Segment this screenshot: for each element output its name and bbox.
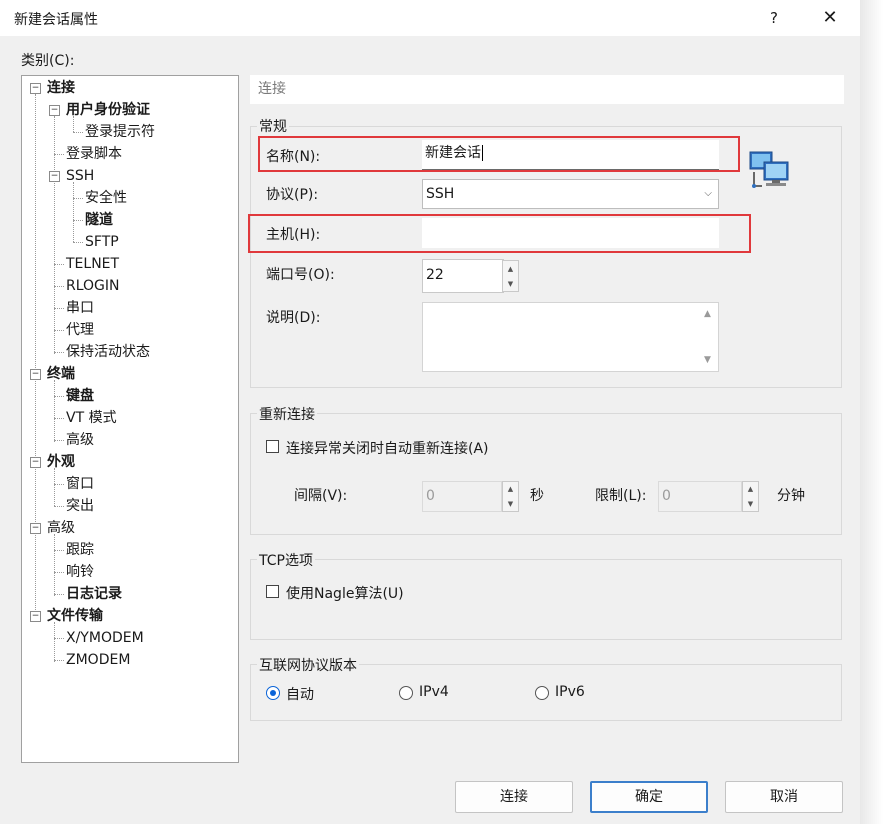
tree-item-login-prompt[interactable]: 登录提示符 bbox=[85, 122, 155, 142]
scroll-up-icon[interactable]: ▲ bbox=[704, 309, 711, 319]
title-bar: 新建会话属性 ? ✕ bbox=[0, 0, 860, 36]
tree-item-ssh[interactable]: SSH bbox=[66, 166, 94, 186]
general-group-title: 常规 bbox=[257, 116, 289, 136]
reconnect-group bbox=[250, 413, 842, 535]
tree-item-logging[interactable]: 日志记录 bbox=[66, 584, 122, 604]
radio-ipv6[interactable] bbox=[535, 686, 549, 700]
interval-spinner[interactable]: ▲ ▼ bbox=[502, 481, 519, 512]
tree-item-login-script[interactable]: 登录脚本 bbox=[66, 144, 122, 164]
tree-item-xymodem[interactable]: X/YMODEM bbox=[66, 628, 144, 648]
spin-up-icon[interactable]: ▲ bbox=[503, 263, 518, 275]
host-highlight-box bbox=[248, 214, 751, 253]
spin-up-icon[interactable]: ▲ bbox=[503, 483, 518, 495]
radio-auto[interactable] bbox=[266, 686, 280, 700]
section-header: 连接 bbox=[250, 75, 844, 104]
close-button[interactable]: ✕ bbox=[818, 6, 842, 30]
tree-item-auth[interactable]: 用户身份验证 bbox=[66, 100, 150, 120]
ok-button[interactable]: 确定 bbox=[590, 781, 708, 813]
window-title: 新建会话属性 bbox=[14, 12, 98, 28]
collapse-icon[interactable]: − bbox=[30, 523, 41, 534]
port-label: 端口号(O): bbox=[266, 267, 335, 283]
port-input-value: 22 bbox=[426, 267, 444, 283]
tree-item-window[interactable]: 窗口 bbox=[66, 474, 94, 494]
auto-reconnect-label[interactable]: 连接异常关闭时自动重新连接(A) bbox=[286, 438, 489, 458]
cancel-button[interactable]: 取消 bbox=[725, 781, 843, 813]
nagle-label[interactable]: 使用Nagle算法(U) bbox=[286, 583, 404, 603]
reconnect-group-title: 重新连接 bbox=[257, 404, 317, 424]
radio-auto-label[interactable]: 自动 bbox=[286, 684, 314, 704]
tree-item-keyboard[interactable]: 键盘 bbox=[66, 386, 94, 406]
description-label: 说明(D): bbox=[266, 310, 321, 326]
tree-item-keepalive[interactable]: 保持活动状态 bbox=[66, 342, 150, 362]
tree-item-terminal-advanced[interactable]: 高级 bbox=[66, 430, 94, 450]
limit-input[interactable]: 0 bbox=[658, 481, 742, 512]
tree-item-appearance[interactable]: 外观 bbox=[47, 452, 75, 472]
collapse-icon[interactable]: − bbox=[30, 457, 41, 468]
collapse-icon[interactable]: − bbox=[30, 611, 41, 622]
tree-item-sftp[interactable]: SFTP bbox=[85, 232, 119, 252]
spin-down-icon[interactable]: ▼ bbox=[743, 498, 758, 510]
radio-ipv4[interactable] bbox=[399, 686, 413, 700]
tree-item-proxy[interactable]: 代理 bbox=[66, 320, 94, 340]
tcp-group-title: TCP选项 bbox=[257, 550, 315, 570]
tree-item-security[interactable]: 安全性 bbox=[85, 188, 127, 208]
protocol-select-value: SSH bbox=[426, 186, 455, 202]
collapse-icon[interactable]: − bbox=[30, 369, 41, 380]
tree-item-telnet[interactable]: TELNET bbox=[66, 254, 119, 274]
tree-item-terminal[interactable]: 终端 bbox=[47, 364, 75, 384]
category-tree[interactable]: − − − − − − − 连接 用户身份验证 登录提示符 登录脚本 SSH 安… bbox=[21, 75, 239, 763]
collapse-icon[interactable]: − bbox=[49, 105, 60, 116]
tree-item-bell[interactable]: 响铃 bbox=[66, 562, 94, 582]
limit-label: 限制(L): bbox=[595, 488, 647, 504]
category-label: 类别(C): bbox=[21, 53, 75, 69]
tree-item-vt-mode[interactable]: VT 模式 bbox=[66, 408, 117, 428]
seconds-label: 秒 bbox=[530, 488, 544, 504]
chevron-down-icon: ⌵ bbox=[704, 188, 712, 199]
auto-reconnect-checkbox[interactable] bbox=[266, 440, 279, 453]
nagle-checkbox[interactable] bbox=[266, 585, 279, 598]
limit-spinner[interactable]: ▲ ▼ bbox=[742, 481, 759, 512]
tree-item-file-transfer[interactable]: 文件传输 bbox=[47, 606, 103, 626]
tree-item-serial[interactable]: 串口 bbox=[66, 298, 94, 318]
radio-ipv4-label[interactable]: IPv4 bbox=[419, 684, 449, 700]
tree-item-rlogin[interactable]: RLOGIN bbox=[66, 276, 120, 296]
spin-up-icon[interactable]: ▲ bbox=[743, 483, 758, 495]
tree-item-advanced[interactable]: 高级 bbox=[47, 518, 75, 538]
minutes-label: 分钟 bbox=[777, 488, 805, 504]
tree-item-zmodem[interactable]: ZMODEM bbox=[66, 650, 130, 670]
protocol-label: 协议(P): bbox=[266, 187, 319, 203]
help-button[interactable]: ? bbox=[762, 6, 786, 30]
tree-item-tunnel[interactable]: 隧道 bbox=[85, 210, 113, 230]
name-highlight-box bbox=[258, 136, 740, 172]
description-scrollbar[interactable]: ▲ ▼ bbox=[701, 303, 718, 371]
tree-item-trace[interactable]: 跟踪 bbox=[66, 540, 94, 560]
tree-item-connection[interactable]: 连接 bbox=[47, 78, 75, 98]
port-spinner[interactable]: ▲ ▼ bbox=[502, 260, 519, 292]
tree-item-highlight[interactable]: 突出 bbox=[66, 496, 94, 516]
spin-down-icon[interactable]: ▼ bbox=[503, 498, 518, 510]
protocol-select[interactable]: SSH ⌵ bbox=[422, 179, 719, 209]
scroll-down-icon[interactable]: ▼ bbox=[704, 355, 711, 365]
network-computer-icon bbox=[748, 150, 792, 192]
interval-label: 间隔(V): bbox=[294, 488, 348, 504]
port-input[interactable]: 22 bbox=[422, 259, 504, 293]
collapse-icon[interactable]: − bbox=[49, 171, 60, 182]
radio-ipv6-label[interactable]: IPv6 bbox=[555, 684, 585, 700]
connect-button[interactable]: 连接 bbox=[455, 781, 573, 813]
background-window-edge bbox=[860, 0, 883, 824]
collapse-icon[interactable]: − bbox=[30, 83, 41, 94]
ip-version-group-title: 互联网协议版本 bbox=[257, 655, 359, 675]
interval-input[interactable]: 0 bbox=[422, 481, 502, 512]
spin-down-icon[interactable]: ▼ bbox=[503, 278, 518, 290]
description-textarea[interactable]: ▲ ▼ bbox=[422, 302, 719, 372]
